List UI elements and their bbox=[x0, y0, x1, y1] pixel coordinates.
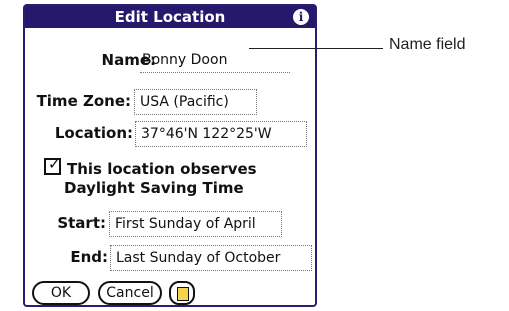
cancel-button[interactable]: Cancel bbox=[98, 281, 162, 305]
name-field-underline bbox=[140, 72, 290, 73]
location-selector[interactable]: 37°46'N 122°25'W bbox=[135, 121, 307, 147]
dst-label-line2: Daylight Saving Time bbox=[64, 179, 244, 197]
end-label: End: bbox=[70, 248, 108, 266]
dialog-title: Edit Location bbox=[114, 8, 226, 26]
note-icon bbox=[177, 287, 189, 301]
location-label: Location: bbox=[54, 124, 133, 142]
end-selector[interactable]: Last Sunday of October bbox=[110, 245, 312, 271]
start-label: Start: bbox=[57, 214, 106, 232]
start-selector[interactable]: First Sunday of April bbox=[109, 211, 282, 237]
name-field[interactable]: Bonny Doon bbox=[142, 52, 227, 68]
dst-checkbox-row[interactable]: ✓ This location observes bbox=[44, 155, 257, 179]
check-mark-icon: ✓ bbox=[48, 155, 61, 173]
edit-location-dialog: Edit Location i Name: Bonny Doon Time Zo… bbox=[23, 4, 317, 307]
ok-button[interactable]: OK bbox=[32, 281, 90, 305]
dst-checkbox[interactable]: ✓ bbox=[44, 155, 61, 175]
timezone-label: Time Zone: bbox=[36, 92, 131, 110]
timezone-selector[interactable]: USA (Pacific) bbox=[134, 89, 257, 115]
dialog-titlebar: Edit Location i bbox=[25, 6, 315, 28]
note-button[interactable] bbox=[169, 281, 195, 305]
dst-label-line1: This location observes bbox=[67, 160, 257, 178]
callout-line bbox=[249, 48, 383, 49]
info-icon[interactable]: i bbox=[293, 9, 309, 25]
callout-label: Name field bbox=[389, 36, 466, 53]
